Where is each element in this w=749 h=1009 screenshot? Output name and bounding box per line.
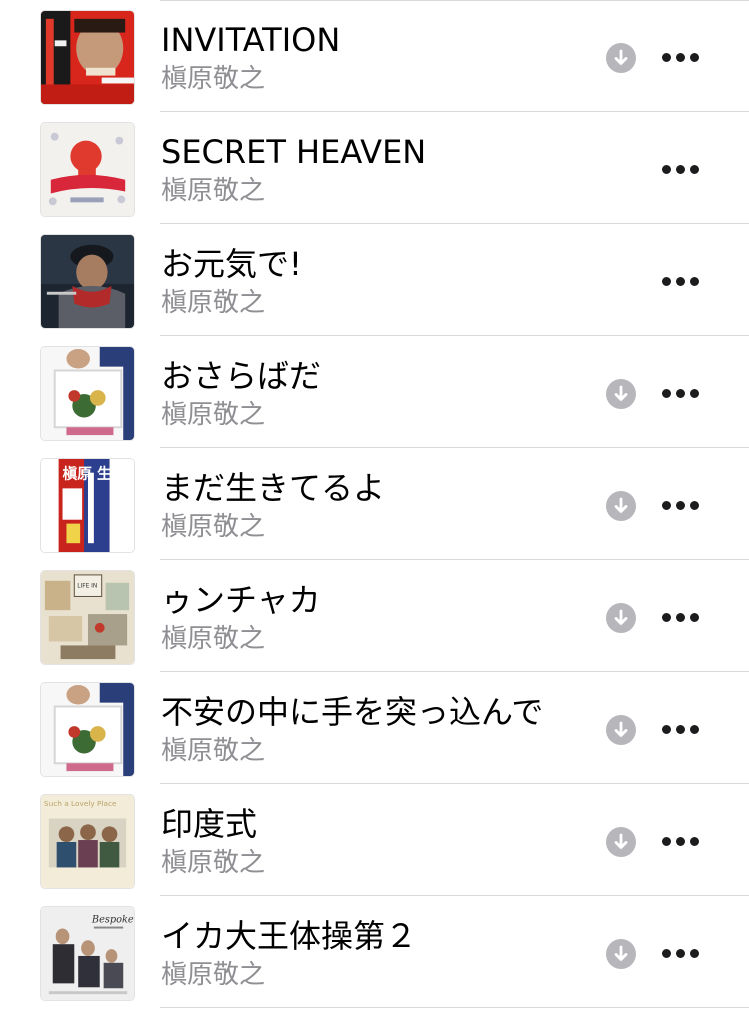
more-options-button[interactable] (656, 598, 704, 638)
song-row-ika-daiou[interactable]: Bespoke イカ大王体操第２ 槇原敬之 (0, 896, 749, 1008)
download-icon[interactable] (606, 939, 636, 969)
ellipsis-icon (662, 949, 671, 958)
song-title: 不安の中に手を突っ込んで (161, 693, 544, 731)
more-options-button[interactable] (656, 38, 704, 78)
more-options-button[interactable] (656, 934, 704, 974)
download-icon[interactable] (606, 827, 636, 857)
album-artwork-banner: 槇原 生 還 (40, 458, 135, 553)
more-options-button[interactable] (656, 486, 704, 526)
ellipsis-icon (662, 277, 671, 286)
download-icon[interactable] (606, 491, 636, 521)
song-artist: 槇原敬之 (161, 960, 266, 990)
song-title: 印度式 (161, 805, 258, 843)
ellipsis-icon (662, 165, 671, 174)
more-options-button[interactable] (656, 822, 704, 862)
album-artwork-makihara (40, 122, 135, 217)
song-row-unchaka[interactable]: LIFE IN ゥンチャカ 槇原敬之 (0, 560, 749, 672)
album-artwork-lovely-place: Such a Lovely Place (40, 794, 135, 889)
song-row-secret-heaven[interactable]: SECRET HEAVEN 槇原敬之 (0, 112, 749, 224)
download-icon[interactable] (606, 715, 636, 745)
download-icon[interactable] (606, 379, 636, 409)
ellipsis-icon (662, 613, 671, 622)
song-row-indoshiki[interactable]: Such a Lovely Place 印度式 槇原敬之 (0, 784, 749, 896)
ellipsis-icon (662, 389, 671, 398)
song-artist: 槇原敬之 (161, 400, 266, 430)
row-divider (160, 1007, 749, 1008)
ellipsis-icon (662, 53, 671, 62)
album-artwork-box (40, 682, 135, 777)
download-icon[interactable] (606, 603, 636, 633)
song-artist: 槇原敬之 (161, 288, 266, 318)
song-title: おさらばだ (161, 357, 322, 395)
song-title: ゥンチャカ (161, 581, 321, 619)
download-icon[interactable] (606, 43, 636, 73)
song-title: SECRET HEAVEN (161, 133, 427, 171)
song-title: お元気で! (161, 245, 302, 283)
song-title: イカ大王体操第２ (161, 917, 418, 955)
album-artwork-portrait (40, 234, 135, 329)
song-artist: 槇原敬之 (161, 848, 266, 878)
album-artwork-life-in: LIFE IN (40, 570, 135, 665)
song-artist: 槇原敬之 (161, 736, 266, 766)
song-title: まだ生きてるよ (161, 469, 386, 507)
song-row-invitation[interactable]: INVITATION 槇原敬之 (0, 0, 749, 112)
more-options-button[interactable] (656, 150, 704, 190)
song-artist: 槇原敬之 (161, 64, 266, 94)
song-artist: 槇原敬之 (161, 176, 266, 206)
song-row-ogenkide[interactable]: お元気で! 槇原敬之 (0, 224, 749, 336)
song-artist: 槇原敬之 (161, 624, 266, 654)
ellipsis-icon (662, 501, 671, 510)
more-options-button[interactable] (656, 262, 704, 302)
album-artwork-box (40, 346, 135, 441)
ellipsis-icon (662, 725, 671, 734)
song-row-fuan-no-naka[interactable]: 不安の中に手を突っ込んで 槇原敬之 (0, 672, 749, 784)
more-options-button[interactable] (656, 374, 704, 414)
more-options-button[interactable] (656, 710, 704, 750)
album-artwork-bespoke: Bespoke (40, 906, 135, 1001)
artwork-text: 槇原 生 還 (63, 465, 132, 483)
artwork-text: Such a Lovely Place (44, 799, 117, 808)
song-artist: 槇原敬之 (161, 512, 266, 542)
ellipsis-icon (662, 837, 671, 846)
album-artwork-invitation (40, 10, 135, 105)
artwork-text: Bespoke (91, 915, 134, 926)
artwork-text: LIFE IN (77, 584, 97, 590)
song-row-mada-ikiteruyo[interactable]: 槇原 生 還 まだ生きてるよ 槇原敬之 (0, 448, 749, 560)
song-row-osarabada[interactable]: おさらばだ 槇原敬之 (0, 336, 749, 448)
song-title: INVITATION (161, 21, 341, 59)
